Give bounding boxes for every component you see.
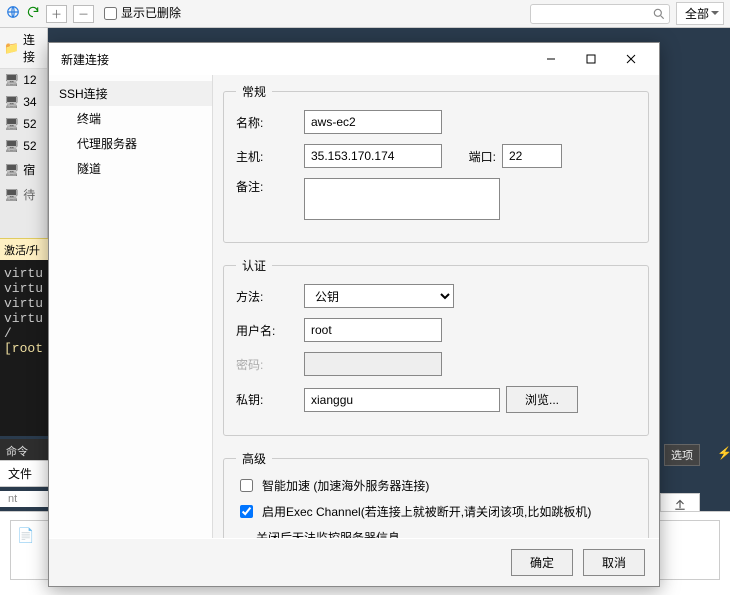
conn-item[interactable]: 🖥34 xyxy=(0,91,47,113)
general-group: 常规 名称: 主机: 端口: 备注: xyxy=(223,83,649,243)
sidebar-item-terminal[interactable]: 终端 xyxy=(49,106,212,131)
auth-legend: 认证 xyxy=(236,257,272,274)
terminal[interactable]: virtu virtu virtu virtu / [root xyxy=(0,260,48,436)
ok-button[interactable]: 确定 xyxy=(511,549,573,576)
conn-item[interactable]: 🖥52 xyxy=(0,113,47,135)
note-label: 备注: xyxy=(236,178,298,195)
dialog-footer: 确定 取消 xyxy=(49,538,659,586)
user-input[interactable] xyxy=(304,318,442,342)
accel-checkbox[interactable] xyxy=(240,479,253,492)
port-label: 端口: xyxy=(448,148,496,165)
host-icon: 🖥 xyxy=(4,139,19,153)
host-icon: 🖥 xyxy=(4,163,19,177)
accel-label: 智能加速 (加速海外服务器连接) xyxy=(262,477,429,494)
note-textarea[interactable] xyxy=(304,178,500,220)
bolt-icon: ⚡ xyxy=(715,444,730,462)
method-label: 方法: xyxy=(236,288,298,305)
cancel-button[interactable]: 取消 xyxy=(583,549,645,576)
bg-sidebar: 📁 连接 🖥12 🖥34 🖥52 🖥52 🖥宿 🖥待 xyxy=(0,28,48,238)
close-button[interactable] xyxy=(611,45,651,73)
options-button[interactable]: 选项 xyxy=(664,444,700,466)
connections-label: 连接 xyxy=(23,31,43,65)
name-input[interactable] xyxy=(304,110,442,134)
globe-icon[interactable] xyxy=(6,5,20,22)
advanced-group: 高级 智能加速 (加速海外服务器连接) 启用Exec Channel(若连接上就… xyxy=(223,450,649,538)
minimize-button[interactable] xyxy=(531,45,571,73)
pwd-input xyxy=(304,352,442,376)
exec-sublabel: 关闭后无法监控服务器信息 xyxy=(256,529,636,538)
conn-item[interactable]: 🖥52 xyxy=(0,135,47,157)
conn-item[interactable]: 🖥宿 xyxy=(0,157,47,182)
pwd-label: 密码: xyxy=(236,356,298,373)
show-deleted-checkbox[interactable]: 显示已删除 xyxy=(100,4,181,23)
general-legend: 常规 xyxy=(236,83,272,100)
key-input[interactable] xyxy=(304,388,500,412)
dialog-main: 常规 名称: 主机: 端口: 备注: 认证 xyxy=(213,75,659,538)
conn-item[interactable]: 🖥待 xyxy=(0,182,47,207)
host-icon: 🖥 xyxy=(4,95,19,109)
activate-strip[interactable]: 激活/升 xyxy=(0,238,48,262)
host-label: 主机: xyxy=(236,148,298,165)
browse-button[interactable]: 浏览... xyxy=(506,386,578,413)
folder-icon: 📁 xyxy=(4,41,19,55)
host-input[interactable] xyxy=(304,144,442,168)
connections-folder[interactable]: 📁 连接 xyxy=(0,28,47,69)
show-deleted-label: 显示已删除 xyxy=(121,6,181,20)
host-icon: 🖥 xyxy=(4,73,19,87)
bg-toolbar: ＋ － 显示已删除 全部 xyxy=(0,0,730,28)
breadcrumb: nt xyxy=(0,491,48,507)
user-label: 用户名: xyxy=(236,322,298,339)
refresh-icon[interactable] xyxy=(26,5,40,22)
auth-group: 认证 方法: 公钥 用户名: 密码: 私钥: xyxy=(223,257,649,436)
cmd-label: 命令 xyxy=(6,443,28,459)
dialog-titlebar: 新建连接 xyxy=(49,43,659,75)
sidebar-item-tunnel[interactable]: 隧道 xyxy=(49,156,212,181)
file-tab[interactable]: 文件 xyxy=(0,460,48,487)
method-select[interactable]: 公钥 xyxy=(304,284,454,308)
maximize-button[interactable] xyxy=(571,45,611,73)
dialog-sidebar: SSH连接 终端 代理服务器 隧道 xyxy=(49,75,213,538)
new-connection-dialog: 新建连接 SSH连接 终端 代理服务器 隧道 常规 名称: xyxy=(48,42,660,587)
exec-checkbox[interactable] xyxy=(240,505,253,518)
host-icon: 🖥 xyxy=(4,117,19,131)
sidebar-item-proxy[interactable]: 代理服务器 xyxy=(49,131,212,156)
collapse-all-icon[interactable]: － xyxy=(73,5,94,23)
host-icon: 🖥 xyxy=(4,188,19,202)
file-icon[interactable]: 📄 xyxy=(17,527,34,573)
port-input[interactable] xyxy=(502,144,562,168)
key-label: 私钥: xyxy=(236,391,298,408)
exec-label: 启用Exec Channel(若连接上就被断开,请关闭该项,比如跳板机) xyxy=(262,503,591,520)
advanced-legend: 高级 xyxy=(236,450,272,467)
search-input[interactable] xyxy=(530,4,670,24)
filter-dropdown[interactable]: 全部 xyxy=(676,2,724,25)
conn-item[interactable]: 🖥12 xyxy=(0,69,47,91)
name-label: 名称: xyxy=(236,114,298,131)
sidebar-root-ssh[interactable]: SSH连接 xyxy=(49,81,212,106)
dialog-title: 新建连接 xyxy=(61,51,109,68)
expand-all-icon[interactable]: ＋ xyxy=(46,5,67,23)
